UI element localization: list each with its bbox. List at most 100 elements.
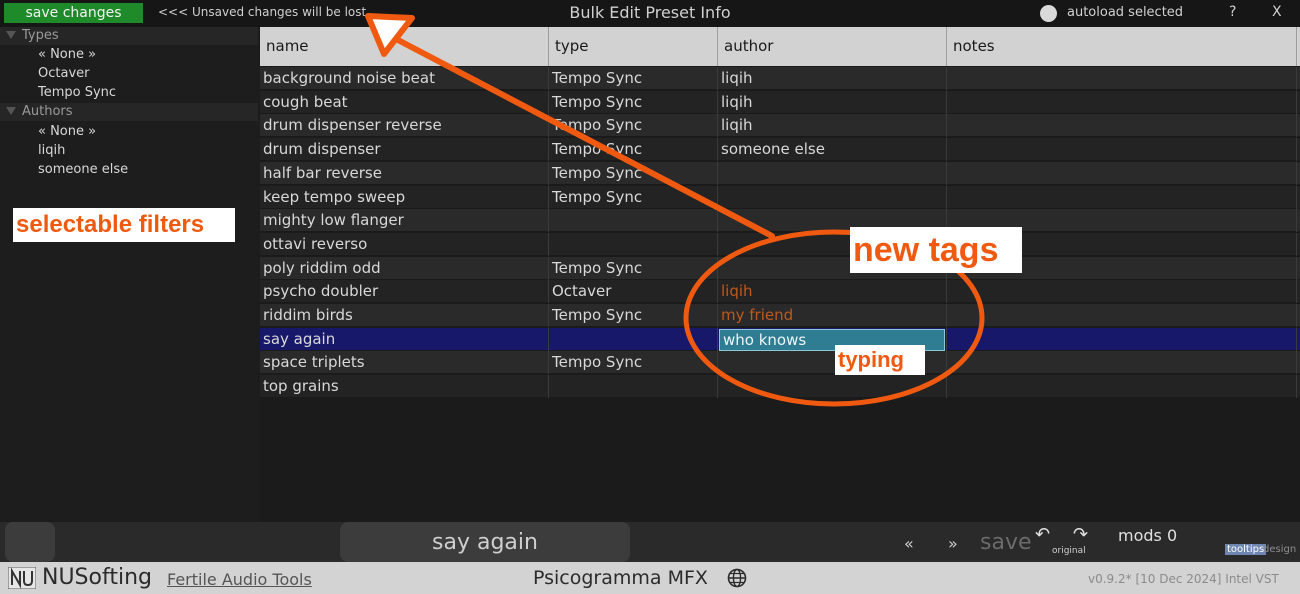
cell-author[interactable]: liqih [718,114,947,138]
autoload-toggle[interactable] [1040,5,1057,22]
nusofting-logo-icon [8,567,36,589]
cell-author[interactable]: liqih [718,280,947,304]
column-header-name[interactable]: name [260,27,549,66]
top-bar: save changes <<< Unsaved changes will be… [0,0,1300,27]
cell-type[interactable] [549,232,718,256]
authors-filter-header[interactable]: Authors [0,103,258,121]
filter-author-none[interactable]: « None » [38,124,96,139]
table-row[interactable]: space triplets Tempo Sync [260,351,1300,375]
cell-name[interactable]: background noise beat [260,67,549,90]
table-row[interactable]: poly riddim odd Tempo Sync [260,256,1300,280]
cell-name[interactable]: cough beat [260,90,549,114]
cell-notes[interactable] [947,67,1297,90]
tooltips-toggle-button[interactable]: tooltips [1225,544,1267,555]
cell-name[interactable]: riddim birds [260,304,549,327]
cell-notes[interactable] [947,185,1297,209]
cell-type[interactable]: Tempo Sync [549,185,718,209]
filter-type-tempo-sync[interactable]: Tempo Sync [38,85,116,100]
cell-notes[interactable] [947,138,1297,162]
previous-preset-button[interactable]: « [904,534,914,553]
table-row[interactable]: drum dispenser Tempo Sync someone else [260,138,1300,162]
types-filter-header[interactable]: Types [0,27,258,45]
table-row[interactable]: drum dispenser reverse Tempo Sync liqih [260,114,1300,138]
column-header-type[interactable]: type [549,27,718,66]
cell-type[interactable]: Tempo Sync [549,67,718,90]
collapse-triangle-icon [6,107,16,115]
filter-author-liqih[interactable]: liqih [38,143,65,158]
product-name: Psicogramma MFX [533,567,708,589]
cell-type[interactable]: Tempo Sync [549,138,718,162]
cell-notes[interactable] [947,90,1297,114]
collapse-triangle-icon [6,31,16,39]
design-toggle-button[interactable]: design [1263,544,1296,555]
table-row[interactable]: say again who knows [260,327,1300,351]
cell-name[interactable]: psycho doubler [260,280,549,304]
table-row[interactable]: psycho doubler Octaver liqih [260,280,1300,304]
cell-notes[interactable] [947,161,1297,185]
footer-bar: NUSofting Fertile Audio Tools Psicogramm… [0,562,1300,594]
cell-name[interactable]: poly riddim odd [260,256,549,280]
cell-name[interactable]: half bar reverse [260,161,549,185]
annotation-selectable-filters: selectable filters [13,208,235,242]
cell-notes[interactable] [947,304,1297,327]
column-header-notes[interactable]: notes [947,27,1297,66]
cell-author[interactable] [718,185,947,209]
globe-icon[interactable] [727,568,747,588]
cell-author[interactable]: liqih [718,67,947,90]
brand-tagline-link[interactable]: Fertile Audio Tools [167,570,312,589]
cell-type[interactable]: Tempo Sync [549,256,718,280]
filter-type-none[interactable]: « None » [38,47,96,62]
cell-name[interactable]: drum dispenser reverse [260,114,549,138]
table-row[interactable]: top grains [260,375,1300,399]
cell-author[interactable]: my friend [718,304,947,327]
filter-author-someone-else[interactable]: someone else [38,162,128,177]
table-row[interactable]: cough beat Tempo Sync liqih [260,90,1300,114]
cell-author[interactable]: liqih [718,90,947,114]
cell-type[interactable] [549,209,718,233]
table-row[interactable]: ottavi reverso [260,232,1300,256]
redo-icon[interactable]: ↷ [1073,524,1088,545]
column-header-author[interactable]: author [718,27,947,66]
unsaved-warning: <<< Unsaved changes will be lost [158,5,367,19]
cell-type[interactable] [549,375,718,399]
cell-notes[interactable] [947,351,1297,375]
table-header: name type author notes [260,27,1300,66]
cell-name[interactable]: keep tempo sweep [260,185,549,209]
cell-notes[interactable] [947,280,1297,304]
table-row[interactable]: riddim birds Tempo Sync my friend [260,304,1300,327]
cell-name[interactable]: space triplets [260,351,549,375]
cell-author[interactable] [718,161,947,185]
cell-author[interactable]: someone else [718,138,947,162]
help-button[interactable]: ? [1229,4,1236,20]
cell-author[interactable] [718,375,947,399]
cell-type[interactable]: Tempo Sync [549,351,718,375]
preset-table: name type author notes background noise … [260,27,1300,522]
next-preset-button[interactable]: » [948,534,958,553]
cell-notes[interactable] [947,114,1297,138]
undo-icon[interactable]: ↶ [1035,524,1050,545]
table-row[interactable]: half bar reverse Tempo Sync [260,161,1300,185]
cell-name[interactable]: drum dispenser [260,138,549,162]
cell-type[interactable]: Octaver [549,280,718,304]
cell-name[interactable]: say again [260,327,549,351]
mods-counter[interactable]: mods 0 [1118,526,1177,545]
version-label: v0.9.2* [10 Dec 2024] Intel VST [1088,572,1279,586]
close-button[interactable]: X [1272,4,1282,20]
table-row[interactable]: keep tempo sweep Tempo Sync [260,185,1300,209]
cell-type[interactable]: Tempo Sync [549,304,718,327]
filter-type-octaver[interactable]: Octaver [38,66,89,81]
table-row[interactable]: mighty low flanger [260,209,1300,233]
table-row[interactable]: background noise beat Tempo Sync liqih [260,67,1300,90]
original-label: original [1052,546,1086,556]
cell-notes[interactable] [947,327,1297,351]
save-changes-button[interactable]: save changes [4,3,143,23]
cell-type[interactable]: Tempo Sync [549,90,718,114]
cell-name[interactable]: ottavi reverso [260,232,549,256]
cell-name[interactable]: top grains [260,375,549,399]
cell-name[interactable]: mighty low flanger [260,209,549,233]
save-preset-button[interactable]: save [980,530,1032,555]
cell-type[interactable]: Tempo Sync [549,114,718,138]
cell-notes[interactable] [947,375,1297,399]
cell-type[interactable] [549,327,718,351]
cell-type[interactable]: Tempo Sync [549,161,718,185]
